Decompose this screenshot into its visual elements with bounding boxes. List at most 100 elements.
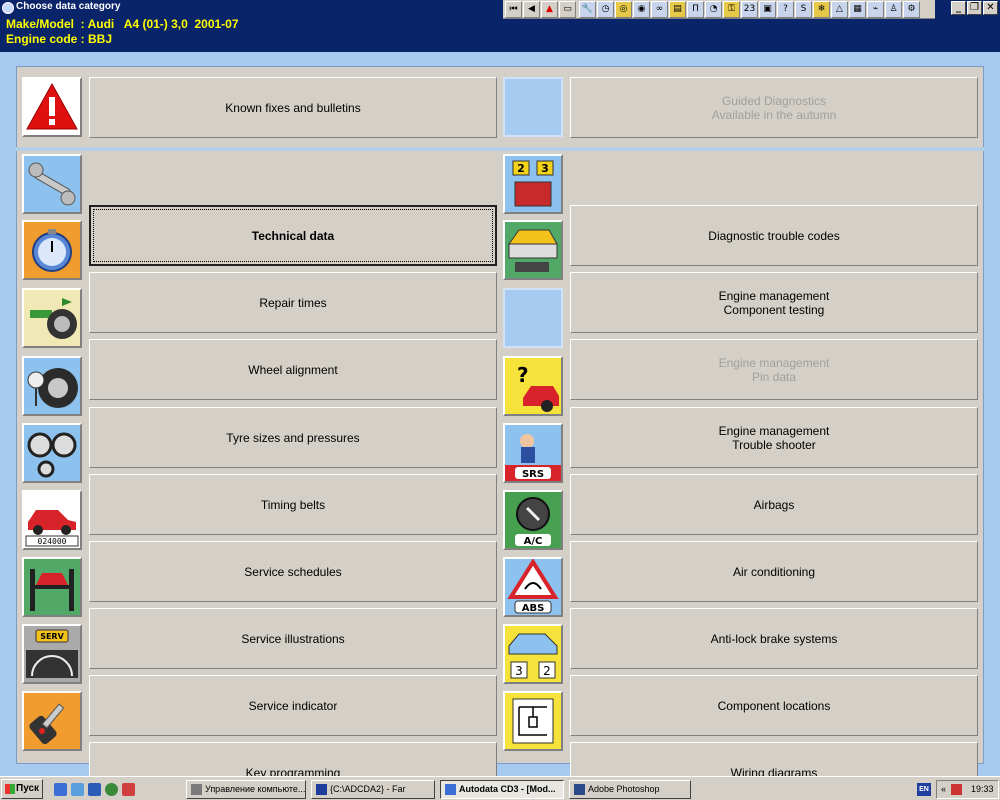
engine-trouble-shooter-button[interactable]: Engine management Trouble shooter [570, 407, 978, 468]
trouble-shooter-icon[interactable]: ? [777, 1, 794, 18]
service-schedules-button[interactable]: Service schedules [89, 541, 497, 602]
service-indicator-button[interactable]: Service indicator [89, 675, 497, 736]
tray-expand-icon[interactable]: « [941, 781, 946, 798]
diagnostic-trouble-codes-button[interactable]: Diagnostic trouble codes [570, 205, 978, 266]
timing-belt-icon[interactable]: ∞ [651, 1, 668, 18]
component-locations-button[interactable]: Component locations [570, 675, 978, 736]
section-divider [16, 147, 984, 151]
computer-icon [191, 784, 202, 795]
air-conditioning-button[interactable]: Air conditioning [570, 541, 978, 602]
engine-test-icon[interactable] [503, 220, 563, 280]
browser-icon[interactable] [54, 783, 67, 796]
toolbar: ⏮ ◀ ▲ ▭ 🔧 ◷ ◎ ◉ ∞ ▤ Π ◔ ⚿ 23 ▣ ? S ❄ △ ▦… [503, 0, 935, 19]
desktop-icon[interactable] [88, 783, 101, 796]
first-icon[interactable]: ⏮ [505, 1, 522, 18]
key-icon[interactable] [22, 691, 82, 751]
start-label: Пуск [16, 783, 40, 794]
engine-component-testing-button[interactable]: Engine management Component testing [570, 272, 978, 333]
task-label: Autodata CD3 - [Mod... [459, 784, 556, 794]
technical-data-button[interactable]: Technical data [89, 205, 497, 266]
wheel-alignment-icon[interactable]: ◎ [615, 1, 632, 18]
repair-times-button[interactable]: Repair times [89, 272, 497, 333]
stopwatch-icon[interactable] [22, 220, 82, 280]
service-indicator-icon[interactable]: ◔ [705, 1, 722, 18]
car-lift-icon[interactable]: Π [687, 1, 704, 18]
task-photoshop[interactable]: Adobe Photoshop [569, 780, 691, 799]
engine-test-icon[interactable]: ▣ [759, 1, 776, 18]
taskbar: Пуск Управление компьюте... {C:\ADCDA2} … [0, 776, 1000, 800]
component-locations-icon[interactable]: ▦ [849, 1, 866, 18]
tyre-sizes-button[interactable]: Tyre sizes and pressures [89, 407, 497, 468]
tyre-pressure-icon[interactable] [22, 356, 82, 416]
dtc-icon[interactable]: 23 [741, 1, 758, 18]
vehicle-info: Make/Model : Audi A4 (01-) 3,0 2001-07 E… [6, 17, 239, 47]
anti-lock-brake-button[interactable]: Anti-lock brake systems [570, 608, 978, 669]
ac-badge: A/C [524, 536, 543, 547]
explorer-icon[interactable] [71, 783, 84, 796]
wiring-diagram-icon[interactable] [503, 691, 563, 751]
ac-icon[interactable]: A/C [503, 490, 563, 550]
location-digit-2: 2 [543, 664, 551, 678]
abs-badge: ABS [522, 603, 545, 614]
srs-badge: SRS [522, 469, 544, 480]
tyre-pressure-icon[interactable]: ◉ [633, 1, 650, 18]
settings-icon[interactable]: ⚙ [903, 1, 920, 18]
wrench-icon[interactable]: 🔧 [579, 1, 596, 18]
engine-pin-data-button: Engine management Pin data [570, 339, 978, 400]
airbags-button[interactable]: Airbags [570, 474, 978, 535]
component-locations-icon[interactable]: 32 [503, 624, 563, 684]
document-icon[interactable]: ▭ [559, 1, 576, 18]
stopwatch-icon[interactable]: ◷ [597, 1, 614, 18]
back-icon[interactable]: ◀ [523, 1, 540, 18]
car-lift-icon[interactable] [22, 557, 82, 617]
start-button[interactable]: Пуск [1, 779, 43, 799]
network-icon[interactable] [951, 784, 962, 795]
language-indicator[interactable]: EN [917, 783, 931, 796]
serv-badge: SERV [40, 632, 64, 641]
dtc-icon[interactable]: 23 [503, 154, 563, 214]
media-player-icon[interactable] [105, 783, 118, 796]
ac-icon[interactable]: ❄ [813, 1, 830, 18]
svg-text:?: ? [517, 363, 529, 387]
guided-diagnostics-button: Guided Diagnostics Available in the autu… [570, 77, 978, 138]
main-area: Known fixes and bulletins Technical data… [0, 52, 1000, 800]
acrobat-icon[interactable] [122, 783, 135, 796]
person-icon[interactable]: ♙ [885, 1, 902, 18]
task-computer-management[interactable]: Управление компьюте... [186, 780, 306, 799]
minimize-button[interactable]: _ [951, 1, 966, 15]
known-fixes-button[interactable]: Known fixes and bulletins [89, 77, 497, 138]
wiring-diagram-icon[interactable]: ⌁ [867, 1, 884, 18]
task-label: Управление компьюте... [205, 784, 306, 794]
task-label: Adobe Photoshop [588, 784, 660, 794]
app-icon [2, 2, 14, 14]
abs-icon[interactable]: ABS [503, 557, 563, 617]
odometer-value: 024000 [38, 537, 67, 546]
task-autodata[interactable]: Autodata CD3 - [Mod... [440, 780, 564, 799]
location-digit-1: 3 [515, 664, 523, 678]
task-far[interactable]: {C:\ADCDA2} - Far [311, 780, 435, 799]
timing-belt-icon[interactable] [22, 423, 82, 483]
trouble-shooter-icon[interactable]: ? [503, 356, 563, 416]
dtc-digit-2: 3 [541, 162, 549, 175]
empty-icon-slot [503, 288, 563, 348]
window-title: Choose data category [16, 1, 121, 12]
warning-icon[interactable] [22, 77, 82, 137]
airbag-icon[interactable]: SRS [503, 423, 563, 483]
warning-icon[interactable]: ▲ [541, 1, 558, 18]
close-button[interactable]: ✕ [983, 1, 998, 15]
key-icon[interactable]: ⚿ [723, 1, 740, 18]
wrench-icon[interactable] [22, 154, 82, 214]
windows-logo-icon [5, 784, 15, 794]
restore-button[interactable]: ❐ [967, 1, 982, 15]
odometer-car-icon[interactable]: 024000 [22, 490, 82, 550]
clock: 19:33 [971, 784, 994, 794]
service-illustrations-button[interactable]: Service illustrations [89, 608, 497, 669]
wheel-alignment-button[interactable]: Wheel alignment [89, 339, 497, 400]
airbag-icon[interactable]: S [795, 1, 812, 18]
service-schedule-icon[interactable]: ▤ [669, 1, 686, 18]
wheel-alignment-icon[interactable] [22, 288, 82, 348]
abs-icon[interactable]: △ [831, 1, 848, 18]
timing-belts-button[interactable]: Timing belts [89, 474, 497, 535]
service-indicator-icon[interactable]: SERV [22, 624, 82, 684]
task-label: {C:\ADCDA2} - Far [330, 784, 406, 794]
